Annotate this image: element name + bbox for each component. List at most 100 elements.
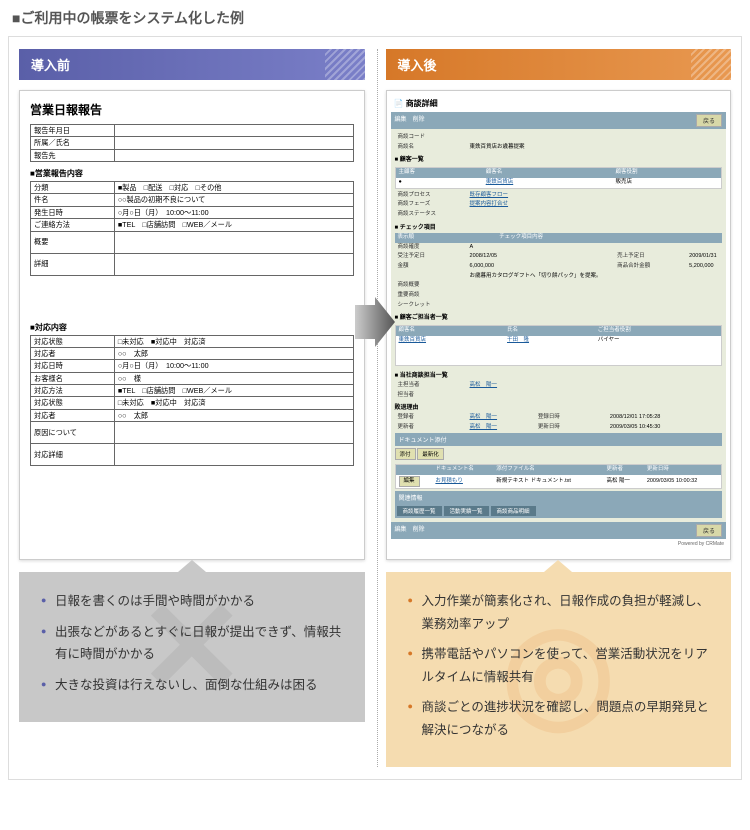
screen-title: 📄 商談詳細 [391, 95, 727, 112]
before-summary: ✕ 日報を書くのは手間や時間がかかる出張などがあるとすぐに日報が提出できず、情報… [19, 572, 365, 722]
field-value: お歳暮用カタログギフトへ「切り餅パック」を提案。 [467, 272, 615, 282]
field-value: ○○ 太郎 [114, 409, 353, 421]
before-header: 導入前 [19, 49, 365, 80]
list-item: 商談ごとの進捗状況を確認し、問題点の早期発見と解決につながる [408, 696, 714, 741]
field-value [467, 133, 722, 143]
field-label: 対応状態 [31, 397, 115, 409]
field-label: シークレット [395, 301, 467, 311]
form-top-table: 報告年月日所属／氏名報告先 [30, 124, 354, 162]
field-value [114, 149, 353, 161]
person-h: ■ 顧客ご担当者一覧 [395, 310, 723, 323]
page-title: ■ご利用中の帳票をシステム化した例 [0, 0, 750, 36]
field-value: ■TEL □店舗訪問 □WEB／メール [114, 219, 353, 231]
edit-button[interactable]: 編集 [395, 114, 407, 127]
field-label: 分類 [31, 182, 115, 194]
field-value: ○月○日（月） 10:00〜11:00 [114, 206, 353, 218]
crm-screen: 📄 商談詳細 編集 削除 戻る 商談コード商談名東鉄百貨店お歳暮提案 ■ 顧客一… [386, 90, 732, 560]
field-label: 対応方法 [31, 384, 115, 396]
rel-bar: 関連情報 [395, 491, 723, 504]
edit-button-2[interactable]: 編集 [395, 524, 407, 537]
reason-h: 敗退理由 [395, 400, 723, 413]
field-value: ○○ 様 [114, 372, 353, 384]
check-h: ■ チェック項目 [395, 220, 723, 233]
field-value [467, 301, 722, 311]
field-label: 対応状態 [31, 335, 115, 347]
back-button-2[interactable]: 戻る [696, 524, 722, 537]
field-value [467, 291, 722, 301]
field-value: 2008/12/05 [467, 252, 615, 262]
field-value: 6,000,000 [467, 262, 615, 272]
rel-tab-3[interactable]: 商談商品明細 [491, 506, 536, 516]
field-label: お客様名 [31, 372, 115, 384]
field-label: 金額 [395, 262, 467, 272]
field-label [395, 272, 467, 282]
field-value [114, 137, 353, 149]
list-item: 出張などがあるとすぐに日報が提出できず、情報共有に時間がかかる [41, 621, 347, 666]
form-title: 営業日報報告 [30, 101, 354, 118]
field-value: ■製品 □配送 □対応 □その他 [114, 182, 353, 194]
field-label: 報告先 [31, 149, 115, 161]
field-value [114, 231, 353, 253]
rel-tab-2[interactable]: 活動実績一覧 [444, 506, 489, 516]
list-item: 入力作業が簡素化され、日報作成の負担が軽減し、業務効率アップ [408, 590, 714, 635]
after-header: 導入後 [386, 49, 732, 80]
field-label: ご連絡方法 [31, 219, 115, 231]
refresh-tab[interactable]: 最新化 [417, 448, 444, 460]
field-label: 商談確度 [395, 243, 467, 253]
section1-header: ■営業報告内容 [30, 166, 354, 181]
field-value [114, 253, 353, 275]
app-body: 商談コード商談名東鉄百貨店お歳暮提案 ■ 顧客一覧 主顧客顧客名顧客役割●東鉄百… [391, 129, 727, 522]
field-value [114, 125, 353, 137]
form-sec1-table: 分類■製品 □配送 □対応 □その他件名○○製品の初期不良について発生日時○月○… [30, 181, 354, 275]
powered-by: Powered by CRMate [391, 539, 727, 549]
field-value: 東鉄百貨店お歳暮提案 [467, 143, 722, 153]
field-label: 原因について [31, 422, 115, 444]
back-button[interactable]: 戻る [696, 114, 722, 127]
field-label: 所属／氏名 [31, 137, 115, 149]
delete-button-2[interactable]: 削除 [413, 524, 425, 537]
link[interactable]: 既存顧客フロー [470, 192, 509, 198]
form-sec2-table: 対応状態□未対応 ■対応中 対応済対応者○○ 太郎対応日時○月○日（月） 10:… [30, 335, 354, 467]
arrow-icon [355, 297, 395, 352]
paper-form: 営業日報報告 報告年月日所属／氏名報告先 ■営業報告内容 分類■製品 □配送 □… [19, 90, 365, 560]
field-value [114, 444, 353, 466]
list-item: 大きな投資は行えないし、面倒な仕組みは困る [41, 674, 347, 697]
field-label: 商談概要 [395, 281, 467, 291]
field-label: 詳細 [31, 253, 115, 275]
field-label: 対応詳細 [31, 444, 115, 466]
link[interactable]: 提案内容打合せ [470, 201, 509, 207]
field-label: 対応者 [31, 409, 115, 421]
docsec-bar: ドキュメント添付 [395, 433, 723, 446]
field-label: 重要商談 [395, 291, 467, 301]
field-value [114, 422, 353, 444]
field-label: 概要 [31, 231, 115, 253]
field-label: 受注予定日 [395, 252, 467, 262]
link[interactable]: 東鉄百貨店 [486, 179, 514, 185]
field-value: ○月○日（月） 10:00〜11:00 [114, 360, 353, 372]
field-label: 対応者 [31, 347, 115, 359]
field-label: 発生日時 [31, 206, 115, 218]
field-value: ○○製品の初期不良について [114, 194, 353, 206]
field-value: ○○ 太郎 [114, 347, 353, 359]
after-summary: ◎ 入力作業が簡素化され、日報作成の負担が軽減し、業務効率アップ携帯電話やパソコ… [386, 572, 732, 767]
field-label: 商談名 [395, 143, 467, 153]
rel-tab-1[interactable]: 商談履歴一覧 [397, 506, 442, 516]
field-value: A [467, 243, 615, 253]
field-label: 商談コード [395, 133, 467, 143]
action-bar: 編集 削除 戻る [391, 112, 727, 129]
attach-tab[interactable]: 添付 [395, 448, 416, 460]
field-value: □未対応 ■対応中 対応済 [114, 335, 353, 347]
field-label: 件名 [31, 194, 115, 206]
field-label: 報告年月日 [31, 125, 115, 137]
delete-button[interactable]: 削除 [413, 114, 425, 127]
field-value: ■TEL □店舗訪問 □WEB／メール [114, 384, 353, 396]
after-panel: 導入後 📄 商談詳細 編集 削除 戻る 商談コード商談名東鉄百貨店お歳暮提案 ■… [386, 49, 732, 767]
list-item: 日報を書くのは手間や時間がかかる [41, 590, 347, 613]
field-value [467, 281, 722, 291]
field-label: 対応日時 [31, 360, 115, 372]
before-panel: 導入前 営業日報報告 報告年月日所属／氏名報告先 ■営業報告内容 分類■製品 □… [19, 49, 378, 767]
list-item: 携帯電話やパソコンを使って、営業活動状況をリアルタイムに情報共有 [408, 643, 714, 688]
section2-header: ■対応内容 [30, 320, 354, 335]
link[interactable]: 高松 陽一 [470, 382, 498, 388]
edit-row-button[interactable]: 編集 [399, 476, 420, 488]
